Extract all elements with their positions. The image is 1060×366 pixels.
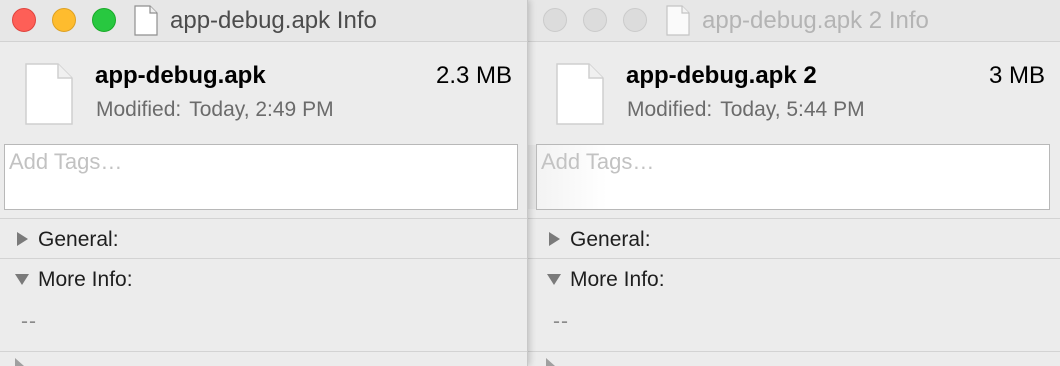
tags-field[interactable]: Add Tags…: [4, 144, 518, 210]
file-size: 3 MB: [988, 62, 1045, 89]
document-icon: [25, 63, 73, 125]
modified-label: Modified:: [627, 98, 713, 121]
tags-field[interactable]: Add Tags…: [527, 144, 1050, 210]
close-button[interactable]: [543, 8, 567, 32]
modified-value: Today, 2:49 PM: [189, 98, 334, 121]
file-name: app-debug.apk: [95, 62, 266, 89]
minimize-button[interactable]: [583, 8, 607, 32]
zoom-button[interactable]: [623, 8, 647, 32]
document-icon: [134, 5, 158, 36]
divider: [0, 258, 527, 259]
more-info-section-toggle[interactable]: More Info:: [546, 268, 665, 292]
window-title: app-debug.apk Info: [170, 7, 377, 34]
document-icon: [556, 63, 604, 125]
modified-label: Modified:: [96, 98, 182, 121]
modified-value: Today, 5:44 PM: [720, 98, 865, 121]
modified-row: Modified: Today, 5:44 PM: [627, 98, 865, 122]
more-info-value: --: [553, 310, 569, 333]
disclosure-right-icon: [546, 358, 555, 366]
zoom-button[interactable]: [92, 8, 116, 32]
general-section-toggle[interactable]: General:: [14, 228, 119, 252]
info-window-1: app-debug.apk Info app-debug.apk 2.3 MB …: [0, 0, 527, 366]
more-info-label: More Info:: [38, 268, 133, 291]
divider: [527, 218, 1060, 219]
title-bar[interactable]: app-debug.apk 2 Info: [527, 0, 1060, 42]
title-bar[interactable]: app-debug.apk Info: [0, 0, 527, 42]
divider: [0, 351, 527, 352]
disclosure-down-icon: [547, 273, 561, 285]
document-icon: [666, 5, 690, 36]
file-name: app-debug.apk 2: [626, 62, 817, 89]
disclosure-down-icon: [15, 273, 29, 285]
general-label: General:: [570, 228, 651, 251]
close-button[interactable]: [12, 8, 36, 32]
disclosure-right-icon: [17, 231, 28, 246]
disclosure-right-icon: [15, 358, 24, 366]
modified-row: Modified: Today, 2:49 PM: [96, 98, 334, 122]
info-window-2: app-debug.apk 2 Info app-debug.apk 2 3 M…: [527, 0, 1060, 366]
window-title: app-debug.apk 2 Info: [702, 7, 929, 34]
divider: [527, 351, 1060, 352]
general-section-toggle[interactable]: General:: [546, 228, 651, 252]
file-size: 2.3 MB: [435, 62, 512, 89]
divider: [527, 258, 1060, 259]
more-info-value: --: [21, 310, 37, 333]
more-info-section-toggle[interactable]: More Info:: [14, 268, 133, 292]
disclosure-right-icon: [549, 231, 560, 246]
more-info-label: More Info:: [570, 268, 665, 291]
minimize-button[interactable]: [52, 8, 76, 32]
divider: [0, 218, 527, 219]
general-label: General:: [38, 228, 119, 251]
